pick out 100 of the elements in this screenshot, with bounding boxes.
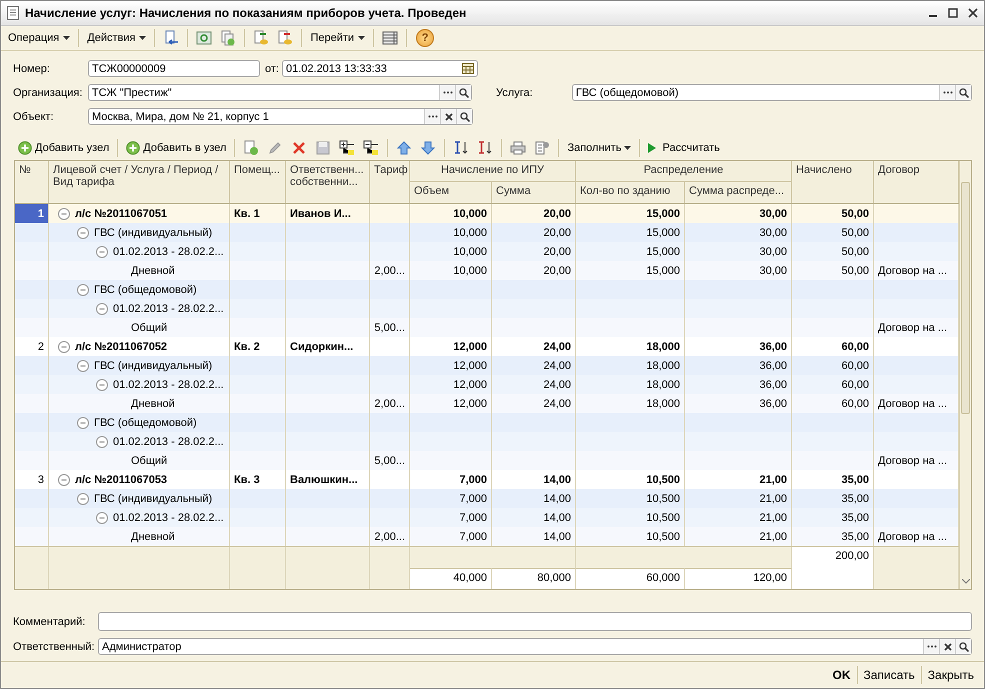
add-node-button[interactable]: Добавить узел — [15, 140, 112, 156]
table-row[interactable]: ГВС (индивидуальный) 12,000 24,00 18,000 36,00 60,00 — [15, 356, 959, 375]
column-header[interactable]: Кол-во по зданию — [576, 182, 685, 203]
add-row-icon[interactable] — [243, 140, 260, 156]
printer-icon[interactable] — [510, 140, 526, 156]
input-field[interactable]: ТСЖ "Престиж" — [88, 84, 472, 101]
collapse-icon[interactable] — [77, 360, 89, 372]
tree-plus-icon[interactable] — [339, 140, 356, 156]
close-icon[interactable] — [968, 8, 978, 18]
calendar-icon[interactable] — [462, 63, 474, 74]
collapse-icon[interactable] — [77, 416, 89, 428]
dialog-button[interactable]: Записать — [856, 666, 921, 684]
tree-item[interactable]: 01.02.2013 - 28.02.2... — [113, 302, 224, 314]
date-field[interactable]: 01.02.2013 13:33:33 — [282, 60, 478, 77]
search-button[interactable] — [456, 109, 472, 124]
table-row[interactable]: ГВС (общедомовой) — [15, 413, 959, 432]
clear-button[interactable] — [440, 109, 456, 124]
column-header[interactable]: Объем — [410, 182, 492, 203]
choose-button[interactable] — [439, 85, 456, 100]
collapse-icon[interactable] — [96, 302, 108, 314]
scrollbar-thumb[interactable] — [961, 182, 970, 414]
document-gear-icon[interactable] — [534, 140, 550, 156]
collapse-icon[interactable] — [96, 512, 108, 524]
tree-minus-icon[interactable] — [363, 140, 380, 156]
maximize-icon[interactable] — [948, 8, 958, 18]
search-button[interactable] — [955, 639, 971, 654]
table-row[interactable]: 01.02.2013 - 28.02.2... 12,000 24,00 18,000 36,00 60,00 — [15, 375, 959, 394]
copy-add-icon[interactable] — [220, 30, 236, 46]
table-row[interactable]: ГВС (индивидуальный) 10,000 20,00 15,000 30,00 50,00 — [15, 223, 959, 242]
table-row[interactable]: ГВС (индивидуальный) 7,000 14,00 10,500 21,00 35,00 — [15, 489, 959, 508]
table-row[interactable]: ГВС (общедомовой) — [15, 280, 959, 299]
save-icon[interactable] — [315, 140, 332, 156]
table-row[interactable]: 01.02.2013 - 28.02.2... 7,000 14,00 10,500 21,00 35,00 — [15, 508, 959, 527]
tree-item[interactable]: 01.02.2013 - 28.02.2... — [113, 378, 224, 390]
choose-button[interactable] — [939, 85, 956, 100]
tree-item[interactable]: ГВС (общедомовой) — [94, 284, 197, 296]
clear-button[interactable] — [939, 639, 955, 654]
document-arrow-icon[interactable] — [163, 30, 180, 46]
collapse-icon[interactable] — [58, 208, 70, 220]
collapse-icon[interactable] — [96, 378, 108, 390]
tree-item[interactable]: ГВС (индивидуальный) — [94, 492, 212, 504]
table-row[interactable]: 1 л/с №2011067051 Кв. 1 Иванов И... 10,000 20,00 15,000 30,00 50,00 — [15, 204, 959, 223]
refresh-icon[interactable] — [196, 30, 212, 46]
help-button[interactable]: ? — [416, 29, 434, 47]
tree-item[interactable]: ГВС (индивидуальный) — [94, 360, 212, 372]
input-field[interactable]: ГВС (общедомовой) — [572, 84, 972, 101]
dialog-button[interactable]: Закрыть — [920, 666, 980, 684]
column-header[interactable]: Тариф — [370, 161, 410, 203]
collapse-icon[interactable] — [58, 340, 70, 352]
tree-item[interactable]: ГВС (общедомовой) — [94, 416, 197, 428]
tree-item[interactable]: ГВС (индивидуальный) — [94, 226, 212, 238]
menu-button[interactable]: Перейти — [307, 30, 368, 46]
tree-item[interactable]: 01.02.2013 - 28.02.2... — [113, 436, 224, 448]
dialog-button[interactable]: OK — [826, 666, 856, 684]
input-field[interactable]: Москва, Мира, дом № 21, корпус 1 — [88, 108, 473, 125]
pencil-icon[interactable] — [267, 140, 284, 156]
tree-item[interactable]: Дневной — [131, 530, 175, 542]
tree-item[interactable]: Общий — [131, 454, 168, 466]
choose-button[interactable] — [424, 109, 440, 124]
choose-button[interactable] — [923, 639, 939, 654]
tree-item[interactable]: Дневной — [131, 264, 175, 276]
tree-item[interactable]: л/с №2011067051 — [75, 208, 168, 220]
input-field[interactable]: ТСЖ00000009 — [88, 60, 260, 77]
column-header[interactable]: Ответственн... собственни... — [286, 161, 370, 203]
input-field[interactable]: Администратор — [98, 638, 972, 655]
tree-item[interactable]: Дневной — [131, 398, 175, 410]
column-header[interactable]: Сумма — [492, 182, 576, 203]
column-header[interactable]: № — [15, 161, 49, 203]
document-coins-icon[interactable] — [277, 30, 294, 46]
search-button[interactable] — [955, 85, 972, 100]
table-row[interactable]: Дневной 2,00... 12,000 24,00 18,000 36,00 60,00 Договор на ... — [15, 394, 959, 413]
menu-button[interactable]: Операция — [5, 30, 74, 46]
menu-button[interactable]: Действия — [84, 30, 150, 46]
comment-field[interactable] — [98, 612, 972, 631]
delete-icon[interactable] — [291, 140, 308, 156]
list-icon[interactable] — [382, 30, 398, 46]
tree-item[interactable]: л/с №2011067053 — [75, 474, 168, 486]
sort-ascending-icon[interactable] — [453, 140, 470, 156]
column-header[interactable]: Сумма распреде... — [685, 182, 792, 203]
collapse-icon[interactable] — [96, 246, 108, 258]
collapse-icon[interactable] — [77, 492, 89, 504]
table-row[interactable]: 01.02.2013 - 28.02.2... 10,000 20,00 15,000 30,00 50,00 — [15, 242, 959, 261]
table-row[interactable]: Дневной 2,00... 10,000 20,00 15,000 30,00 50,00 Договор на ... — [15, 261, 959, 280]
fill-menu-button[interactable]: Заполнить — [564, 141, 634, 155]
column-header[interactable]: Начислено — [792, 161, 874, 203]
arrow-down-icon[interactable] — [420, 140, 436, 156]
collapse-icon[interactable] — [58, 474, 70, 486]
add-to-node-button[interactable]: Добавить в узел — [123, 140, 230, 156]
scroll-down-icon[interactable] — [962, 579, 970, 584]
column-header[interactable]: Помещ... — [230, 161, 286, 203]
column-header[interactable]: Лицевой счет / Услуга / Период / Вид тарифа — [49, 161, 230, 203]
tree-item[interactable]: 01.02.2013 - 28.02.2... — [113, 512, 224, 524]
collapse-icon[interactable] — [96, 436, 108, 448]
sort-descending-icon[interactable] — [477, 140, 494, 156]
document-coins-icon[interactable] — [253, 30, 270, 46]
scrollbar[interactable] — [959, 161, 971, 589]
tree-item[interactable]: л/с №2011067052 — [75, 340, 168, 352]
collapse-icon[interactable] — [77, 284, 89, 296]
tree-item[interactable]: Общий — [131, 322, 168, 334]
table-row[interactable]: Общий 5,00... Договор на ... — [15, 451, 959, 470]
